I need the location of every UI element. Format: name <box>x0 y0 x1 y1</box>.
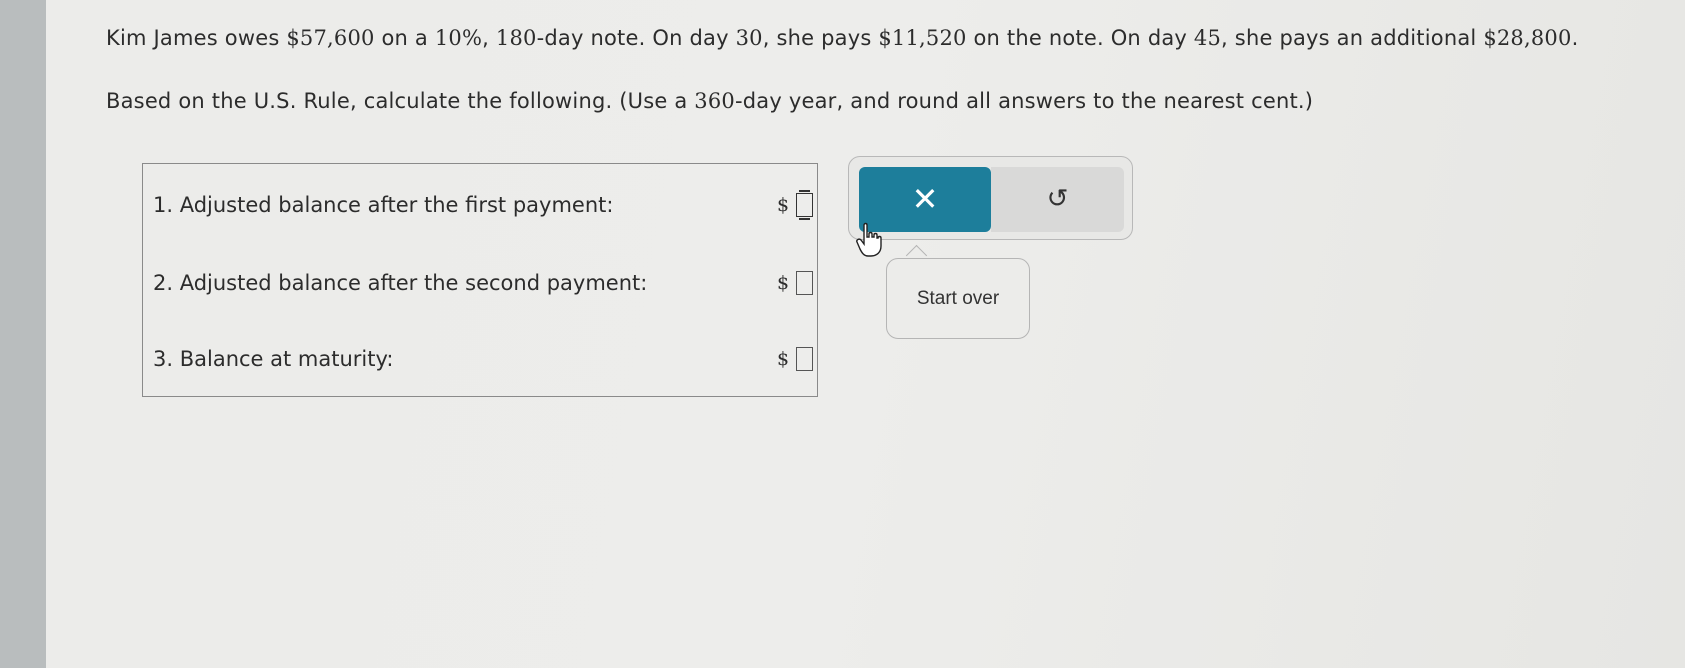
start-over-tooltip: Start over <box>886 258 1030 339</box>
currency-symbol: $ <box>777 348 790 370</box>
answer-input-3[interactable] <box>796 347 813 371</box>
answer-input-1[interactable] <box>796 193 813 217</box>
interest-rate: 10% <box>434 26 483 50</box>
text-cursor-top <box>799 190 810 192</box>
answer-row-3: 3. Balance at maturity: $ <box>153 344 813 374</box>
hand-pointer-icon <box>856 222 882 257</box>
answer-input-2[interactable] <box>796 271 813 295</box>
answer-label-1: 1. Adjusted balance after the first paym… <box>153 193 614 217</box>
answer-label-2: 2. Adjusted balance after the second pay… <box>153 271 648 295</box>
answer-row-2: 2. Adjusted balance after the second pay… <box>153 268 813 298</box>
problem-statement: Kim James owes $57,600 on a 10%, 180-day… <box>106 26 1579 50</box>
instructions: Based on the U.S. Rule, calculate the fo… <box>106 89 1314 113</box>
second-payment-amount: $28,800 <box>1483 26 1572 50</box>
first-payment-day: 30 <box>735 26 763 50</box>
year-days: 360 <box>694 89 735 113</box>
answer-box: 1. Adjusted balance after the first paym… <box>142 163 818 397</box>
answer-row-1: 1. Adjusted balance after the first paym… <box>153 190 813 220</box>
left-edge-strip <box>0 0 46 668</box>
currency-symbol: $ <box>777 194 790 216</box>
principal-amount: $57,600 <box>286 26 375 50</box>
start-over-button[interactable]: ↺ <box>991 167 1124 232</box>
text-cursor-bottom <box>799 218 810 220</box>
close-icon: ✕ <box>911 180 939 218</box>
answer-label-3: 3. Balance at maturity: <box>153 347 394 371</box>
currency-symbol: $ <box>777 272 790 294</box>
problem-text: Kim James owes <box>106 26 287 50</box>
note-term: 180 <box>495 26 537 50</box>
answer-actions: ✕ ↺ <box>848 156 1133 240</box>
second-payment-day: 45 <box>1193 26 1222 50</box>
undo-icon: ↺ <box>1046 184 1069 214</box>
first-payment-amount: $11,520 <box>878 26 967 50</box>
